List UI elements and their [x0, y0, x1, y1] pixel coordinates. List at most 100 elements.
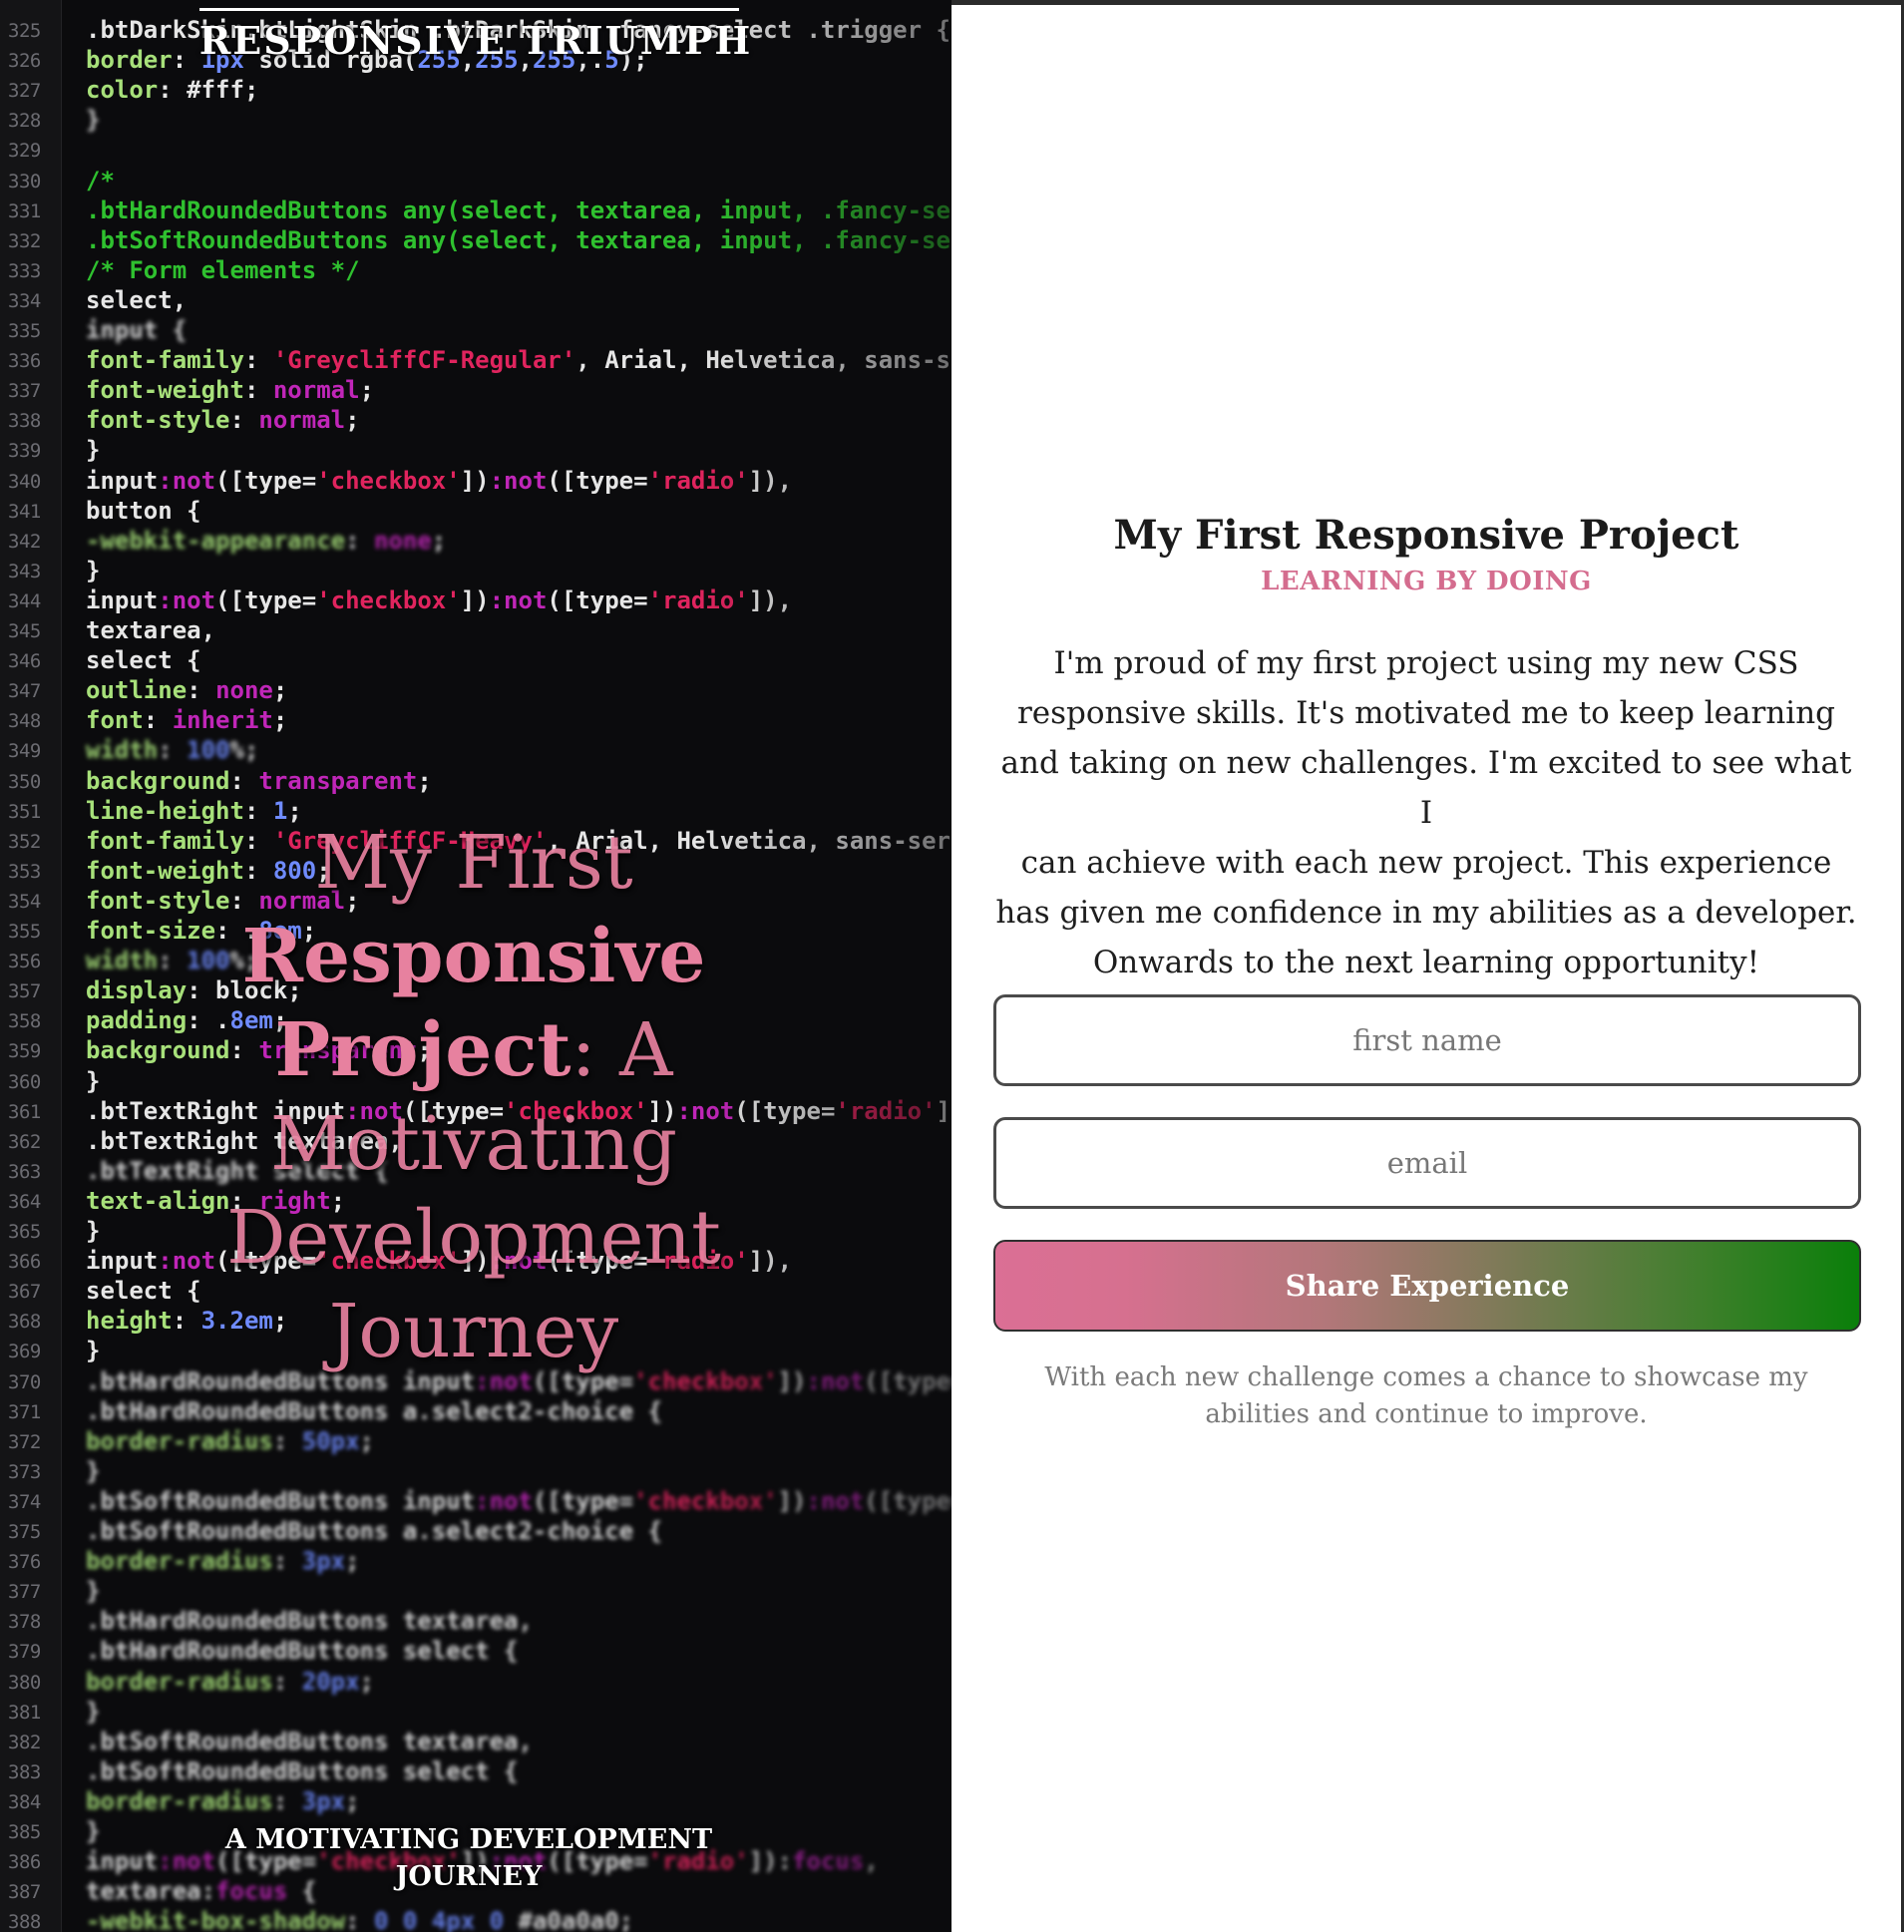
code-line: } [86, 556, 101, 584]
line-number: 383 [8, 1760, 41, 1783]
intro-line: Onwards to the next learning opportunity… [1092, 945, 1760, 980]
line-number: 341 [8, 500, 41, 523]
code-line: } [86, 1456, 101, 1485]
line-number: 327 [8, 80, 41, 103]
line-number: 368 [8, 1311, 41, 1334]
line-number: 375 [8, 1521, 41, 1543]
code-line: /* Form elements */ [86, 255, 360, 284]
line-number: 388 [8, 1911, 41, 1932]
line-number: 338 [8, 410, 41, 433]
hero-tagline-line1: A MOTIVATING DEVELOPMENT [224, 1824, 713, 1855]
line-number: 358 [8, 1010, 41, 1033]
line-number: 350 [8, 770, 41, 793]
line-number: 344 [8, 589, 41, 612]
line-number: 330 [8, 170, 41, 193]
code-line: font-style: normal; [86, 406, 360, 435]
code-line: outline: none; [86, 676, 288, 705]
first-name-input[interactable] [993, 994, 1861, 1086]
code-line: -webkit-box-shadow: 0 0 4px 0 #a0a0a0; [86, 1907, 634, 1932]
intro-line: I'm proud of my first project using my n… [1053, 645, 1799, 681]
line-number: 371 [8, 1400, 41, 1423]
email-input[interactable] [993, 1117, 1861, 1209]
code-line: } [86, 106, 101, 135]
line-number: 384 [8, 1790, 41, 1813]
brand-underline [199, 8, 739, 11]
code-line: .btHardRoundedButtons select { [86, 1637, 519, 1666]
line-number: 377 [8, 1581, 41, 1604]
line-number: 349 [8, 740, 41, 763]
line-number: 328 [8, 110, 41, 133]
line-number: 345 [8, 620, 41, 642]
line-number: 343 [8, 560, 41, 582]
code-line: } [86, 1697, 101, 1726]
code-line: select { [86, 646, 201, 675]
code-line: .btSoftRoundedButtons a.select2-choice { [86, 1517, 662, 1545]
line-number: 334 [8, 289, 41, 312]
panel-subheading: LEARNING BY DOING [1261, 567, 1592, 596]
line-number: 348 [8, 710, 41, 733]
line-number: 336 [8, 350, 41, 373]
code-line: color: #fff; [86, 76, 259, 105]
hero-title: My First Responsive Project: A Motivatin… [80, 816, 868, 1378]
line-number: 339 [8, 440, 41, 463]
line-number: 352 [8, 830, 41, 853]
code-line: select, [86, 285, 188, 314]
line-number: 346 [8, 650, 41, 673]
code-line: input:not([type='checkbox']):not([type='… [86, 466, 792, 495]
line-number: 366 [8, 1251, 41, 1274]
code-line: border-radius: 50px; [86, 1426, 374, 1455]
code-line: /* [86, 166, 115, 194]
line-number: 361 [8, 1100, 41, 1123]
line-number: 357 [8, 980, 41, 1003]
line-number: 359 [8, 1040, 41, 1063]
line-number: 373 [8, 1460, 41, 1483]
code-line: border-radius: 3px; [86, 1547, 360, 1576]
line-number: 382 [8, 1731, 41, 1753]
line-number: 360 [8, 1070, 41, 1093]
line-number: 347 [8, 680, 41, 703]
intro-line: can achieve with each new project. This … [1020, 845, 1832, 881]
line-number: 378 [8, 1611, 41, 1634]
code-line: textarea, [86, 616, 216, 644]
intro-line: has given me confidence in my abilities … [995, 895, 1857, 931]
line-number: 362 [8, 1130, 41, 1153]
line-number: 387 [8, 1881, 41, 1904]
code-line: background: transparent; [86, 766, 432, 795]
line-number: 331 [8, 199, 41, 222]
line-number: 381 [8, 1701, 41, 1724]
brand-logo-text[interactable]: RESPONSIVE TRIUMPH [0, 18, 952, 63]
footnote-line: abilities and continue to improve. [1205, 1399, 1648, 1429]
line-number: 385 [8, 1821, 41, 1843]
line-number: 369 [8, 1341, 41, 1363]
line-number: 354 [8, 890, 41, 913]
signup-panel: My First Responsive Project LEARNING BY … [952, 5, 1901, 1932]
code-line: font: inherit; [86, 706, 288, 735]
share-experience-button[interactable]: Share Experience [993, 1240, 1861, 1332]
code-line: } [86, 1577, 101, 1606]
hero-title-part1: My First [314, 820, 633, 906]
line-number: 342 [8, 530, 41, 553]
line-number: 337 [8, 380, 41, 403]
hero-tagline-line2: JOURNEY [395, 1861, 543, 1892]
line-number: 329 [8, 140, 41, 163]
code-line: .btSoftRoundedButtons select { [86, 1756, 519, 1785]
code-line: button { [86, 496, 201, 525]
line-number: 386 [8, 1851, 41, 1874]
line-number: 372 [8, 1430, 41, 1453]
line-number: 351 [8, 800, 41, 823]
code-line: .btHardRoundedButtons textarea, [86, 1607, 533, 1636]
code-line: input:not([type='checkbox']):not([type='… [86, 585, 792, 614]
intro-line: and taking on new challenges. I'm excite… [1000, 745, 1852, 831]
footnote-text: With each new challenge comes a chance t… [1021, 1359, 1831, 1433]
intro-line: responsive skills. It's motivated me to … [1016, 695, 1836, 731]
line-number: 374 [8, 1490, 41, 1513]
line-number: 340 [8, 470, 41, 493]
code-line: } [86, 436, 101, 465]
line-number: 376 [8, 1551, 41, 1574]
footnote-line: With each new challenge comes a chance t… [1044, 1362, 1808, 1392]
code-line: width: 100%; [86, 736, 259, 765]
intro-paragraph: I'm proud of my first project using my n… [991, 638, 1861, 987]
code-line: -webkit-appearance: none; [86, 526, 447, 555]
line-number: 363 [8, 1160, 41, 1183]
line-number: 364 [8, 1190, 41, 1213]
